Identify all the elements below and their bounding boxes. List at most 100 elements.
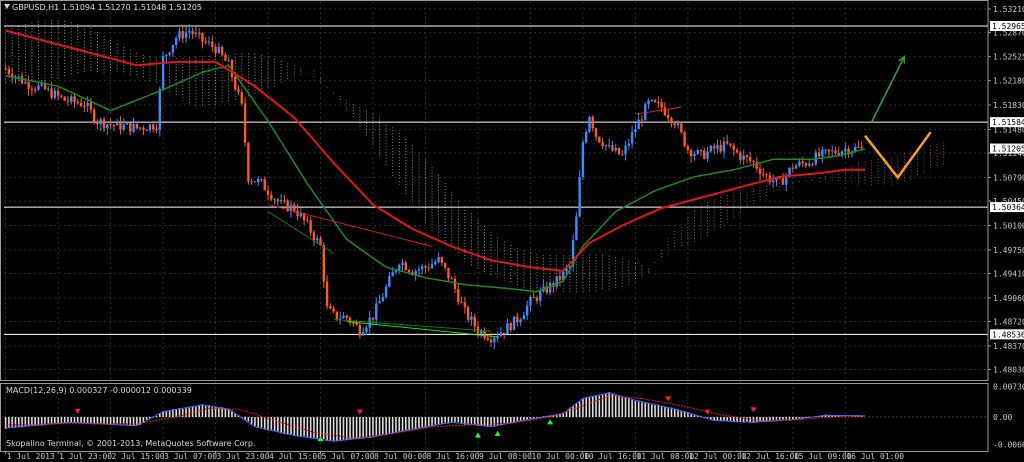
- macd-sell-arrow-icon: [704, 409, 711, 415]
- candle-body: [706, 151, 709, 159]
- forecast-arrow[interactable]: [870, 56, 906, 123]
- macd-buy-arrow-icon: [474, 432, 481, 438]
- candle-body: [630, 132, 634, 144]
- time-tick-label: 1 Jul 23:00: [59, 452, 112, 461]
- candle-body: [739, 152, 742, 160]
- candle-body: [388, 276, 391, 287]
- chart-canvas[interactable]: 1.532101.528701.525251.521801.518301.514…: [0, 0, 1024, 462]
- candle-body: [276, 199, 280, 202]
- candle-body: [729, 143, 732, 146]
- candle-body: [427, 267, 430, 269]
- candle-body: [453, 278, 457, 290]
- candle-body: [365, 327, 368, 332]
- candle-body: [798, 161, 801, 166]
- macd-buy-arrow-icon: [547, 419, 554, 425]
- candle-body: [522, 315, 526, 320]
- candle-body: [483, 330, 486, 338]
- price-axis: 1.532101.528701.525251.521801.518301.514…: [988, 5, 1024, 450]
- candle-body: [503, 332, 506, 334]
- candle-body: [342, 315, 345, 319]
- window-frame: [0, 0, 989, 452]
- trendline[interactable]: [635, 106, 682, 115]
- candle-body: [329, 306, 332, 309]
- candle-body: [266, 190, 270, 195]
- candle-body: [257, 179, 260, 183]
- candle-body: [381, 297, 385, 302]
- candle-body: [696, 149, 699, 154]
- candle-body: [611, 145, 614, 151]
- candle-body: [60, 95, 63, 97]
- time-tick-label: 2 Jul 15:00: [112, 452, 165, 461]
- macd-subwindow: [4, 392, 988, 442]
- trendline[interactable]: [333, 318, 492, 332]
- candle-body: [709, 145, 713, 152]
- candle-body: [243, 103, 247, 143]
- candle-body: [466, 307, 470, 320]
- candle-body: [765, 174, 768, 176]
- candle-body: [279, 200, 283, 202]
- moving-averages: [5, 29, 866, 293]
- candle-body: [73, 96, 76, 102]
- candle-body: [670, 118, 673, 124]
- candle-body: [463, 302, 467, 308]
- candle-body: [283, 200, 286, 202]
- time-tick-label: 12 Jul 16:00: [741, 452, 799, 461]
- candle-body: [591, 116, 594, 129]
- candle-body: [332, 308, 335, 312]
- main-window-border: [0, 0, 989, 381]
- candle-body: [834, 150, 837, 154]
- candle-body: [211, 41, 214, 47]
- candle-body: [316, 238, 319, 241]
- time-tick-label: 1 Jul 2013: [7, 452, 55, 461]
- ichimoku-cloud: [5, 20, 945, 294]
- candle-body: [817, 152, 821, 157]
- candle-body: [578, 177, 581, 217]
- candle-body: [607, 145, 611, 147]
- candle-body: [263, 179, 266, 191]
- candle-body: [217, 46, 221, 53]
- candle-body: [115, 120, 119, 126]
- macd-sell-arrow-icon: [356, 409, 363, 415]
- candle-body: [273, 199, 276, 201]
- candle-body: [693, 153, 696, 157]
- price-tick-label: 1.48720: [993, 318, 1024, 327]
- candle-body: [598, 136, 601, 143]
- price-tick-label: 1.51830: [993, 101, 1024, 110]
- candle-body: [30, 88, 34, 90]
- candle-body: [657, 102, 660, 104]
- candle-body: [791, 167, 795, 169]
- candle-body: [109, 124, 112, 126]
- candle-body: [240, 92, 243, 104]
- candle-body: [398, 265, 401, 271]
- candle-body: [443, 262, 447, 268]
- time-tick-label: 3 Jul 23:00: [217, 452, 270, 461]
- ma-fast-line: [5, 64, 866, 293]
- candle-body: [158, 88, 161, 130]
- candle-body: [516, 316, 519, 323]
- candle-body: [119, 120, 122, 130]
- candle-body: [844, 148, 847, 152]
- candle-body: [83, 105, 86, 107]
- candle-body: [17, 76, 20, 78]
- candle-body: [637, 119, 640, 130]
- chart-menu-icon[interactable]: [4, 4, 10, 9]
- candle-body: [371, 317, 375, 320]
- candle-body: [56, 90, 60, 96]
- candle-body: [732, 145, 735, 150]
- candle-body: [312, 232, 316, 241]
- candle-body: [112, 125, 116, 127]
- candle-body: [224, 54, 227, 61]
- candle-body: [201, 32, 204, 42]
- candle-body: [667, 115, 670, 119]
- current-price-label: 1.51205: [992, 145, 1024, 154]
- candle-body: [837, 153, 840, 156]
- candle-body: [742, 155, 745, 160]
- time-tick-label: 15 Jul 09:00: [794, 452, 852, 461]
- candle-body: [63, 96, 66, 101]
- candle-body: [361, 331, 365, 336]
- candle-body: [66, 100, 70, 102]
- time-tick-label: 3 Jul 07:00: [164, 452, 217, 461]
- candle-body: [650, 99, 653, 101]
- candle-body: [509, 323, 512, 331]
- candle-body: [171, 44, 175, 53]
